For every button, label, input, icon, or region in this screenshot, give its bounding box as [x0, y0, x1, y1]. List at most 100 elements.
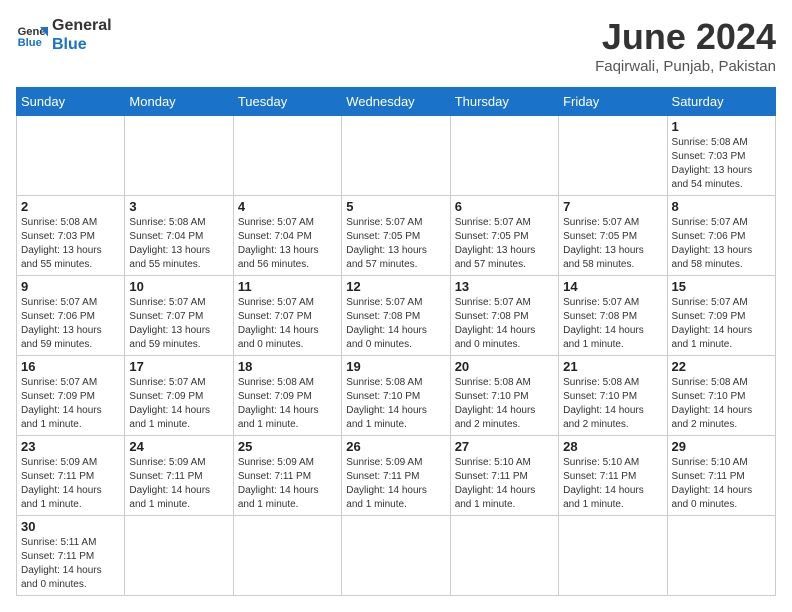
calendar-cell: 20 Sunrise: 5:08 AMSunset: 7:10 PMDayligh…: [450, 356, 558, 436]
calendar-week-2: 2Sunrise: 5:08 AMSunset: 7:03 PMDaylight…: [17, 196, 776, 276]
day-info: Sunrise: 5:07 AMSunset: 7:06 PMDaylight:…: [672, 216, 771, 272]
calendar-cell: 19 Sunrise: 5:08 AMSunset: 7:10 PMDayligh…: [342, 356, 450, 436]
day-number: 19: [346, 359, 445, 374]
day-info: Sunrise: 5:09 AMSunset: 7:11 PMDaylight:…: [238, 456, 337, 512]
calendar-title: June 2024: [595, 16, 776, 58]
weekday-header-thursday: Thursday: [450, 88, 558, 116]
day-number: 21: [563, 359, 662, 374]
day-info: Sunrise: 5:08 AMSunset: 7:10 PMDaylight:…: [672, 376, 771, 432]
day-number: 6: [455, 199, 554, 214]
title-block: June 2024 Faqirwali, Punjab, Pakistan: [595, 16, 776, 75]
calendar-cell: 23Sunrise: 5:09 AMSunset: 7:11 PMDayligh…: [17, 436, 125, 516]
calendar-cell: 3 Sunrise: 5:08 AMSunset: 7:04 PMDaylight…: [125, 196, 233, 276]
calendar-header: SundayMondayTuesdayWednesdayThursdayFrid…: [17, 88, 776, 116]
day-number: 2: [21, 199, 120, 214]
weekday-header-wednesday: Wednesday: [342, 88, 450, 116]
calendar-body: 1Sunrise: 5:08 AMSunset: 7:03 PMDaylight…: [17, 116, 776, 596]
day-number: 14: [563, 279, 662, 294]
calendar-cell: [125, 516, 233, 596]
day-number: 11: [238, 279, 337, 294]
calendar-cell: 2Sunrise: 5:08 AMSunset: 7:03 PMDaylight…: [17, 196, 125, 276]
header: General Blue General Blue June 2024 Faqi…: [16, 16, 776, 75]
day-number: 24: [129, 439, 228, 454]
day-info: Sunrise: 5:07 AMSunset: 7:08 PMDaylight:…: [455, 296, 554, 352]
calendar-cell: 14 Sunrise: 5:07 AMSunset: 7:08 PMDayligh…: [559, 276, 667, 356]
calendar-cell: [342, 116, 450, 196]
calendar-week-5: 23Sunrise: 5:09 AMSunset: 7:11 PMDayligh…: [17, 436, 776, 516]
calendar-cell: 4 Sunrise: 5:07 AMSunset: 7:04 PMDaylight…: [233, 196, 341, 276]
calendar-cell: [17, 116, 125, 196]
calendar-cell: 17 Sunrise: 5:07 AMSunset: 7:09 PMDayligh…: [125, 356, 233, 436]
day-number: 27: [455, 439, 554, 454]
day-number: 26: [346, 439, 445, 454]
logo-icon: General Blue: [16, 19, 48, 51]
day-number: 17: [129, 359, 228, 374]
calendar-cell: [125, 116, 233, 196]
calendar-cell: [342, 516, 450, 596]
day-info: Sunrise: 5:07 AMSunset: 7:06 PMDaylight:…: [21, 296, 120, 352]
day-number: 5: [346, 199, 445, 214]
day-info: Sunrise: 5:09 AMSunset: 7:11 PMDaylight:…: [346, 456, 445, 512]
day-number: 20: [455, 359, 554, 374]
calendar-cell: 9 Sunrise: 5:07 AMSunset: 7:06 PMDaylight…: [17, 276, 125, 356]
day-number: 25: [238, 439, 337, 454]
day-number: 8: [672, 199, 771, 214]
day-info: Sunrise: 5:08 AMSunset: 7:10 PMDaylight:…: [455, 376, 554, 432]
calendar-week-4: 16Sunrise: 5:07 AMSunset: 7:09 PMDayligh…: [17, 356, 776, 436]
calendar-cell: 8 Sunrise: 5:07 AMSunset: 7:06 PMDaylight…: [667, 196, 775, 276]
calendar-cell: 5 Sunrise: 5:07 AMSunset: 7:05 PMDaylight…: [342, 196, 450, 276]
calendar-cell: [559, 116, 667, 196]
day-info: Sunrise: 5:07 AMSunset: 7:08 PMDaylight:…: [563, 296, 662, 352]
calendar-cell: 11 Sunrise: 5:07 AMSunset: 7:07 PMDayligh…: [233, 276, 341, 356]
day-info: Sunrise: 5:08 AMSunset: 7:03 PMDaylight:…: [672, 136, 771, 192]
day-number: 28: [563, 439, 662, 454]
calendar-cell: 10 Sunrise: 5:07 AMSunset: 7:07 PMDayligh…: [125, 276, 233, 356]
calendar-cell: 29Sunrise: 5:10 AMSunset: 7:11 PMDayligh…: [667, 436, 775, 516]
day-number: 3: [129, 199, 228, 214]
day-number: 9: [21, 279, 120, 294]
day-number: 29: [672, 439, 771, 454]
logo: General Blue General Blue: [16, 16, 112, 54]
day-info: Sunrise: 5:07 AMSunset: 7:08 PMDaylight:…: [346, 296, 445, 352]
calendar-cell: 30Sunrise: 5:11 AMSunset: 7:11 PMDayligh…: [17, 516, 125, 596]
calendar-cell: 25 Sunrise: 5:09 AMSunset: 7:11 PMDayligh…: [233, 436, 341, 516]
calendar-cell: 22 Sunrise: 5:08 AMSunset: 7:10 PMDayligh…: [667, 356, 775, 436]
calendar-cell: 26 Sunrise: 5:09 AMSunset: 7:11 PMDayligh…: [342, 436, 450, 516]
day-info: Sunrise: 5:08 AMSunset: 7:10 PMDaylight:…: [346, 376, 445, 432]
calendar-cell: [233, 116, 341, 196]
day-info: Sunrise: 5:10 AMSunset: 7:11 PMDaylight:…: [455, 456, 554, 512]
day-info: Sunrise: 5:07 AMSunset: 7:04 PMDaylight:…: [238, 216, 337, 272]
day-info: Sunrise: 5:07 AMSunset: 7:09 PMDaylight:…: [672, 296, 771, 352]
day-number: 22: [672, 359, 771, 374]
calendar-cell: 21 Sunrise: 5:08 AMSunset: 7:10 PMDayligh…: [559, 356, 667, 436]
calendar-cell: 15 Sunrise: 5:07 AMSunset: 7:09 PMDayligh…: [667, 276, 775, 356]
day-info: Sunrise: 5:08 AMSunset: 7:04 PMDaylight:…: [129, 216, 228, 272]
calendar-subtitle: Faqirwali, Punjab, Pakistan: [595, 58, 776, 75]
day-info: Sunrise: 5:07 AMSunset: 7:05 PMDaylight:…: [563, 216, 662, 272]
calendar-cell: 27 Sunrise: 5:10 AMSunset: 7:11 PMDayligh…: [450, 436, 558, 516]
calendar-cell: 12 Sunrise: 5:07 AMSunset: 7:08 PMDayligh…: [342, 276, 450, 356]
calendar-cell: 28Sunrise: 5:10 AMSunset: 7:11 PMDayligh…: [559, 436, 667, 516]
weekday-header-sunday: Sunday: [17, 88, 125, 116]
calendar-week-6: 30Sunrise: 5:11 AMSunset: 7:11 PMDayligh…: [17, 516, 776, 596]
day-info: Sunrise: 5:08 AMSunset: 7:10 PMDaylight:…: [563, 376, 662, 432]
calendar-cell: 7Sunrise: 5:07 AMSunset: 7:05 PMDaylight…: [559, 196, 667, 276]
day-number: 30: [21, 519, 120, 534]
day-info: Sunrise: 5:07 AMSunset: 7:05 PMDaylight:…: [455, 216, 554, 272]
day-info: Sunrise: 5:07 AMSunset: 7:07 PMDaylight:…: [129, 296, 228, 352]
calendar-cell: 6 Sunrise: 5:07 AMSunset: 7:05 PMDaylight…: [450, 196, 558, 276]
day-number: 4: [238, 199, 337, 214]
svg-text:Blue: Blue: [18, 37, 42, 49]
weekday-header-monday: Monday: [125, 88, 233, 116]
day-info: Sunrise: 5:09 AMSunset: 7:11 PMDaylight:…: [21, 456, 120, 512]
weekday-header-saturday: Saturday: [667, 88, 775, 116]
day-number: 13: [455, 279, 554, 294]
day-number: 15: [672, 279, 771, 294]
day-number: 12: [346, 279, 445, 294]
day-info: Sunrise: 5:07 AMSunset: 7:09 PMDaylight:…: [129, 376, 228, 432]
calendar-cell: 18Sunrise: 5:08 AMSunset: 7:09 PMDayligh…: [233, 356, 341, 436]
day-number: 10: [129, 279, 228, 294]
calendar-cell: 13 Sunrise: 5:07 AMSunset: 7:08 PMDayligh…: [450, 276, 558, 356]
day-info: Sunrise: 5:07 AMSunset: 7:07 PMDaylight:…: [238, 296, 337, 352]
day-info: Sunrise: 5:07 AMSunset: 7:05 PMDaylight:…: [346, 216, 445, 272]
